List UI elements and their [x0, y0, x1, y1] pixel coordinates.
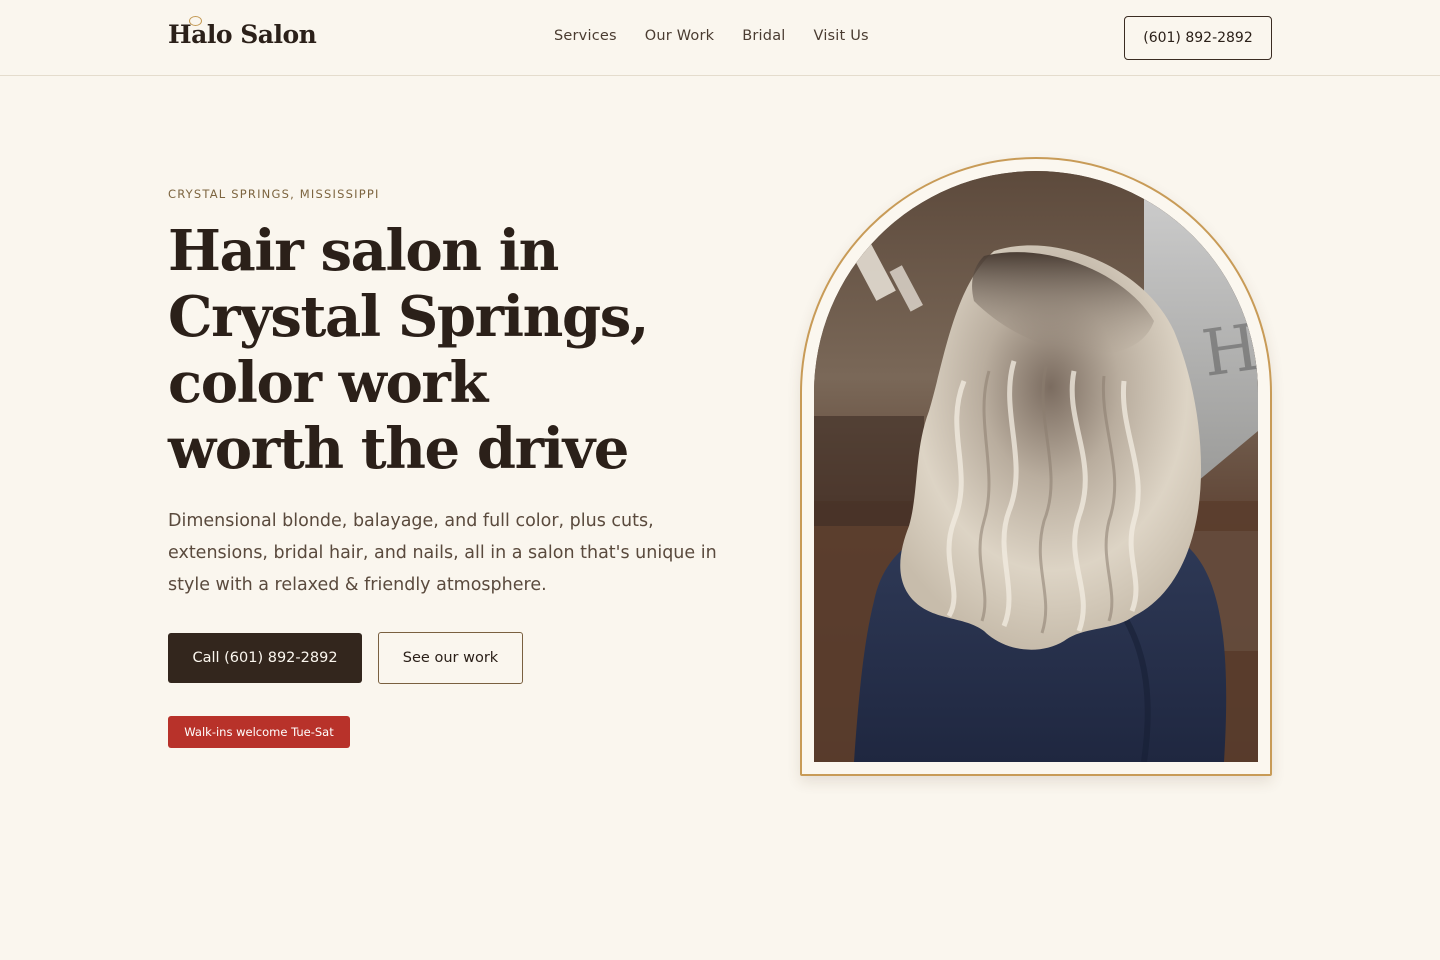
site-header: Halo Salon Services Our Work Bridal Visi…: [0, 0, 1440, 76]
nav-link-bridal[interactable]: Bridal: [742, 28, 785, 44]
hero-description: Dimensional blonde, balayage, and full c…: [168, 511, 717, 595]
walk-ins-badge: Walk-ins welcome Tue-Sat: [168, 716, 350, 748]
main-nav: Services Our Work Bridal Visit Us: [554, 28, 869, 44]
logo[interactable]: Halo Salon: [168, 16, 317, 49]
header-phone-button[interactable]: (601) 892-2892: [1124, 16, 1272, 60]
nav-link-visit-us[interactable]: Visit Us: [814, 28, 869, 44]
hero-headline: Hair salon in Crystal Springs, color wor…: [168, 218, 728, 482]
call-button[interactable]: Call (601) 892-2892: [168, 633, 362, 683]
hero-photo: HALO: [814, 171, 1258, 762]
location-eyebrow: CRYSTAL SPRINGS, MISSISSIPPI: [168, 187, 380, 201]
headline-line: worth the drive: [168, 416, 629, 482]
nav-link-services[interactable]: Services: [554, 28, 617, 44]
see-our-work-button[interactable]: See our work: [378, 632, 523, 684]
halo-ring-icon: [189, 16, 202, 26]
nav-link-our-work[interactable]: Our Work: [645, 28, 715, 44]
headline-line: Hair salon in: [168, 218, 559, 284]
headline-line: Crystal Springs,: [168, 284, 649, 350]
headline-line: color work: [168, 350, 488, 416]
